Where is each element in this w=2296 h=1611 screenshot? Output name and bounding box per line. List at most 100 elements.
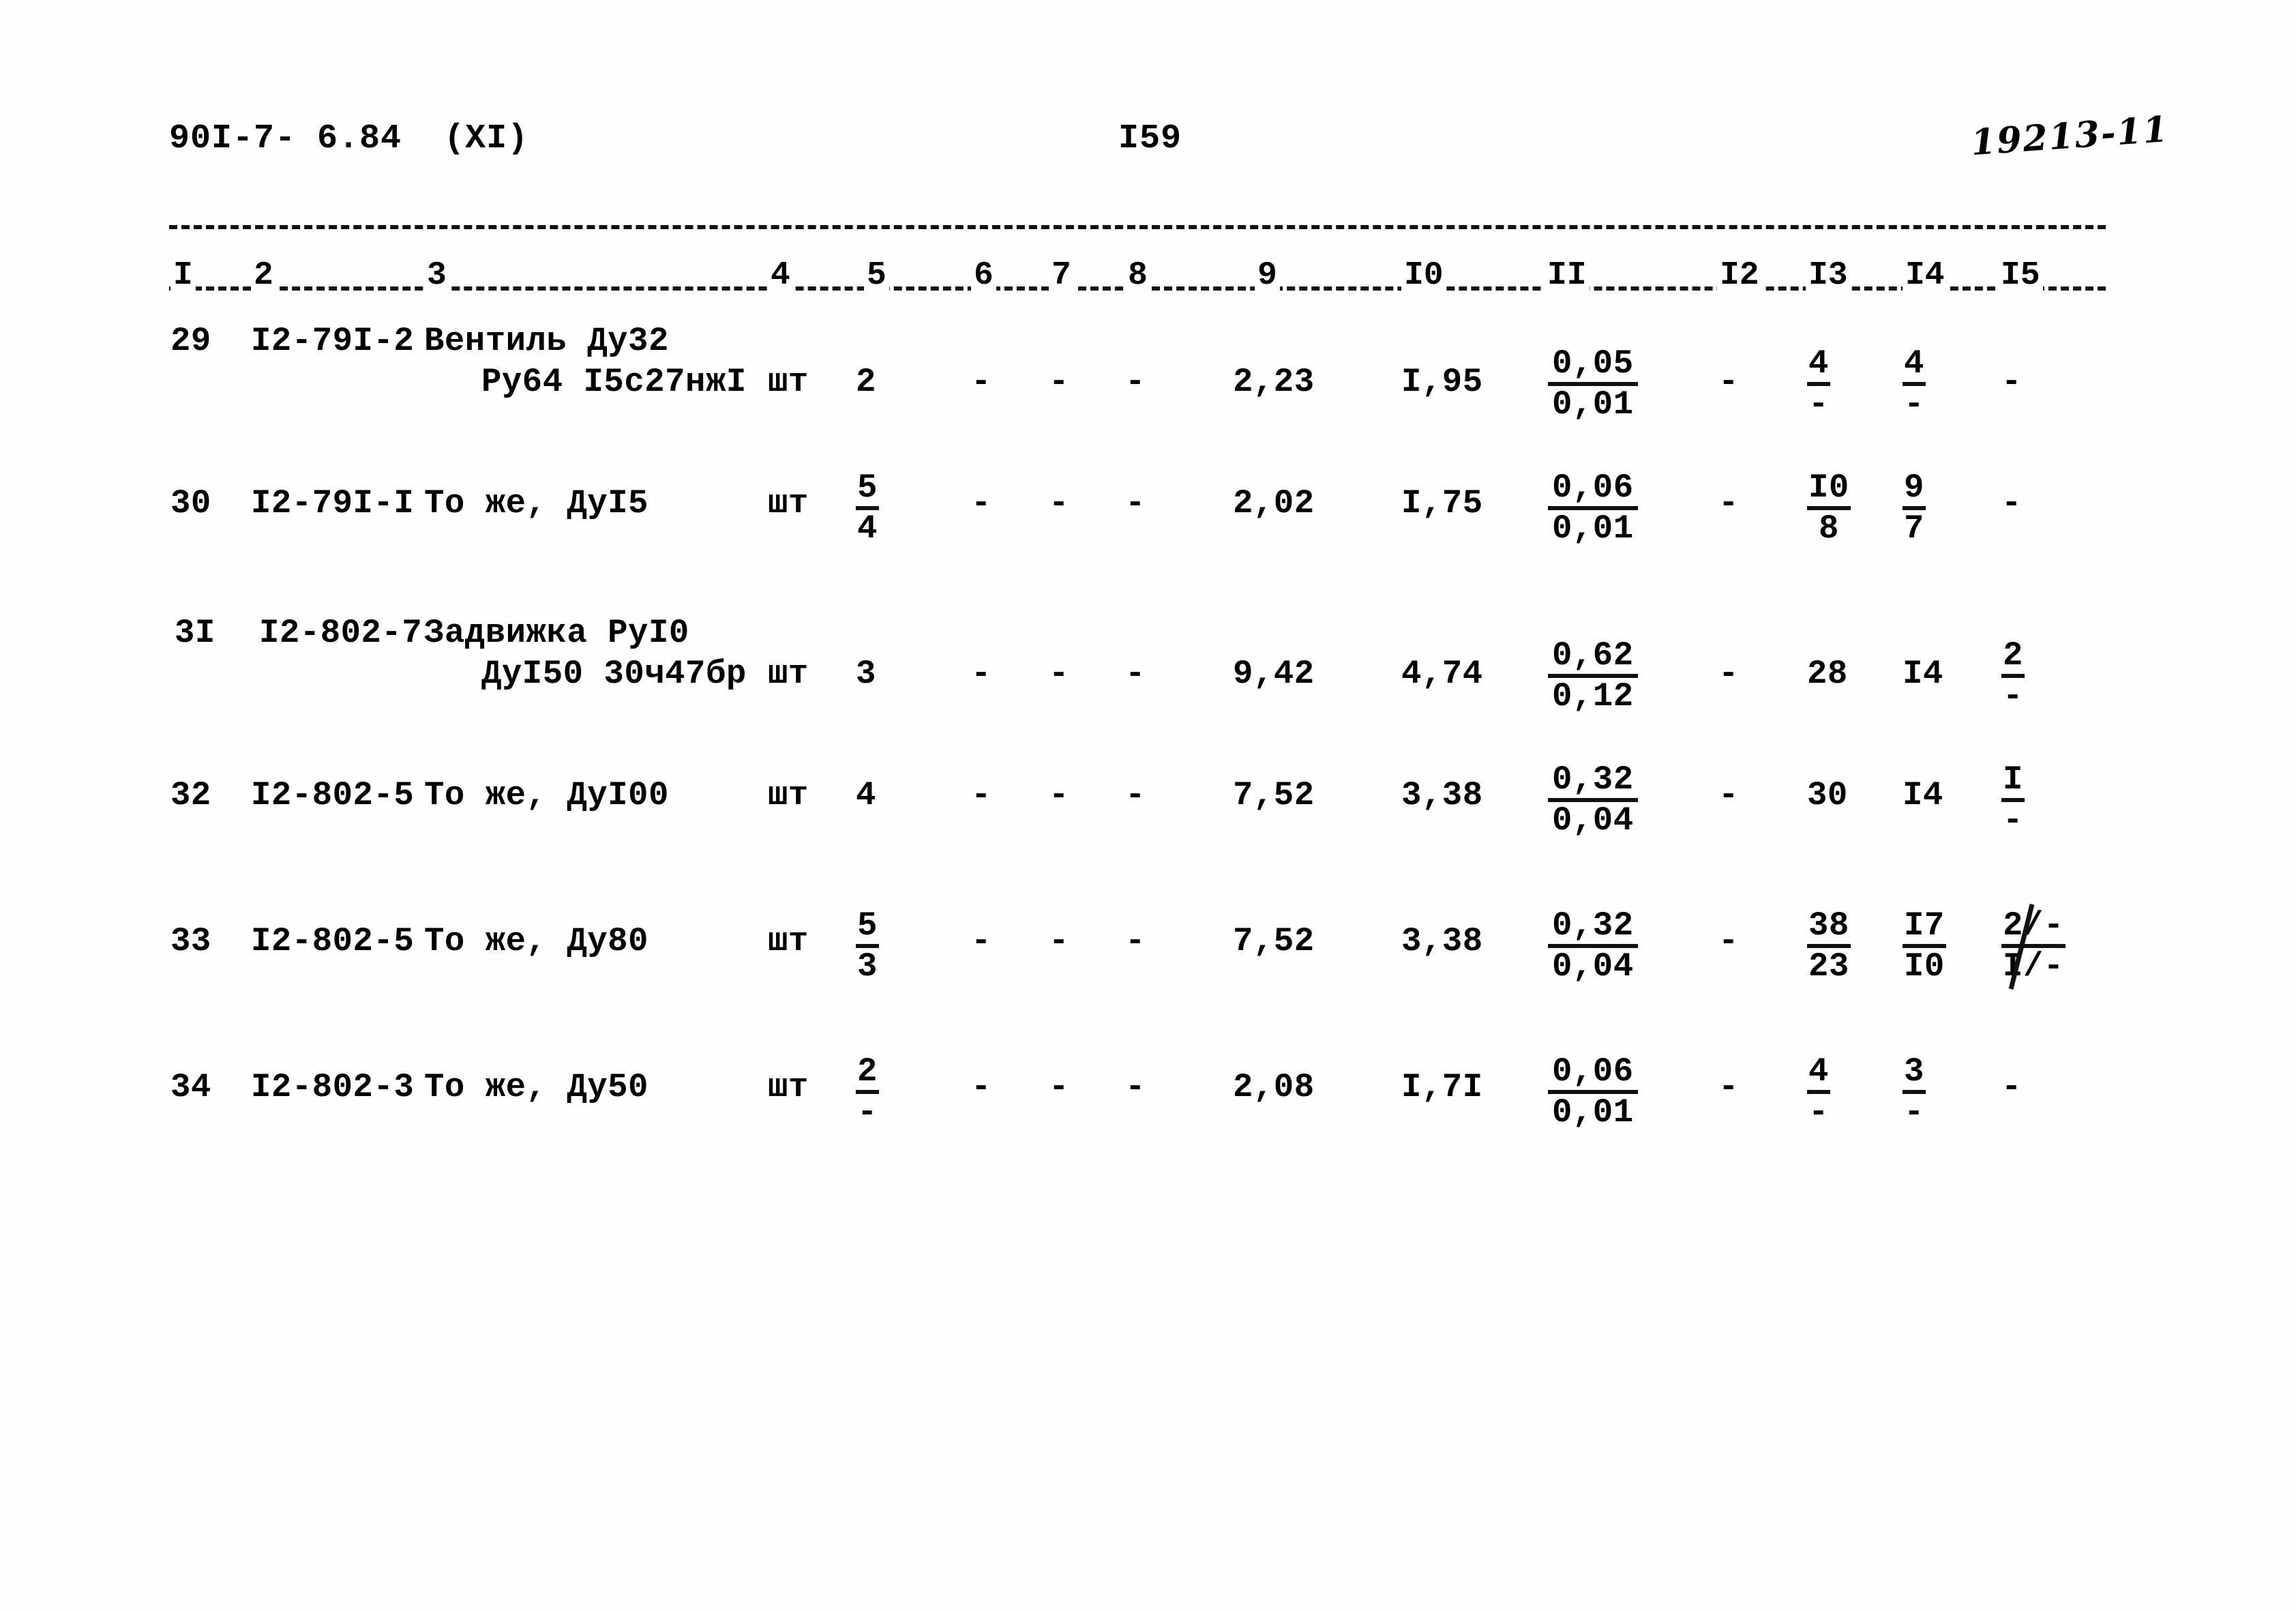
col14-denominator: -: [1904, 385, 1924, 424]
col7-value: -: [1049, 363, 1069, 401]
unit-of-measure: шт: [768, 776, 809, 814]
col15-fraction: I-: [2001, 761, 2025, 841]
col6-value: -: [971, 655, 992, 693]
quantity-numerator: 5: [856, 469, 879, 510]
col13-fraction: I0 8: [1807, 469, 1851, 549]
col14-fraction: I7 I0: [1903, 907, 1946, 987]
col6-value: -: [971, 363, 992, 401]
col9-value: 2,08: [1233, 1068, 1315, 1106]
col11-denominator: 0,01: [1552, 509, 1634, 548]
quantity-denominator: -: [857, 1093, 878, 1132]
document-code: 90I-7- 6.84 (XI): [169, 119, 529, 158]
col6-value: -: [971, 1068, 992, 1106]
col9-value: 7,52: [1233, 922, 1315, 960]
col9-value: 2,02: [1233, 484, 1315, 522]
column-number-8: 8: [1125, 258, 1150, 293]
col15-numerator: 2: [2001, 637, 2025, 678]
column-number-5: 5: [864, 258, 889, 293]
col15-fraction: 2/- I/-: [2001, 907, 2066, 987]
column-number-3: 3: [424, 258, 449, 293]
unit-of-measure: шт: [768, 1068, 809, 1106]
row-number: 32: [170, 776, 211, 814]
material-name: Вентиль Ду32 Ру64 I5с27нжI: [424, 321, 747, 402]
column-number-6: 6: [971, 258, 996, 293]
quantity: 3: [856, 655, 876, 693]
col13-numerator: 38: [1807, 907, 1851, 948]
quantity-fraction: 53: [856, 907, 879, 987]
col13-value: 30: [1807, 776, 1848, 814]
col13-numerator: 4: [1807, 345, 1830, 386]
column-number-11: II: [1545, 258, 1590, 293]
col14-fraction: 97: [1903, 469, 1926, 549]
col15-numerator: I: [2001, 761, 2025, 802]
col11-denominator: 0,01: [1552, 1093, 1634, 1132]
handwritten-annotation: 19213-11: [1969, 108, 2171, 164]
row-number: 30: [170, 484, 211, 522]
col15-fraction: 2-: [2001, 637, 2025, 717]
col13-numerator: I0: [1807, 469, 1851, 510]
col14-numerator: 3: [1903, 1053, 1926, 1094]
col9-value: 7,52: [1233, 776, 1315, 814]
catalog-code: I2-802-3: [251, 1068, 415, 1106]
column-number-9: 9: [1255, 258, 1280, 293]
column-number-14: I4: [1903, 258, 1948, 293]
col11-denominator: 0,04: [1552, 801, 1634, 840]
col15-value: -: [2001, 363, 2022, 401]
col11-numerator: 0,06: [1548, 469, 1638, 510]
col14-numerator: 4: [1903, 345, 1926, 386]
col11-fraction: 0,06 0,01: [1548, 469, 1638, 549]
col8-value: -: [1125, 776, 1146, 814]
col10-value: I,7I: [1401, 1068, 1483, 1106]
table-top-rule: [169, 225, 2106, 229]
quantity: 4: [856, 776, 876, 814]
col14-fraction: 4-: [1903, 345, 1926, 425]
row-number: 33: [170, 922, 211, 960]
table-row: 30 I2-79I-I То же, ДуI5 шт 54 - - - 2,02…: [0, 467, 2296, 612]
table-row: 32 I2-802-5 То же, ДуI00 шт 4 - - - 7,52…: [0, 758, 2296, 904]
quantity-fraction: 54: [856, 469, 879, 549]
col9-value: 9,42: [1233, 655, 1315, 693]
col15-numerator: 2/-: [2001, 907, 2066, 948]
material-name-line2: ДуI50 30ч47бр: [481, 655, 747, 693]
col8-value: -: [1125, 922, 1146, 960]
col14-value: I4: [1903, 655, 1943, 693]
col12-value: -: [1718, 655, 1739, 693]
specification-table-body: 29 I2-79I-2 Вентиль Ду32 Ру64 I5с27нжI шт…: [0, 321, 2296, 1196]
col11-denominator: 0,12: [1552, 677, 1634, 715]
quantity-numerator: 2: [856, 1053, 879, 1094]
table-row: 3I I2-802-7 Задвижка РуI0 ДуI50 30ч47бр ш…: [0, 612, 2296, 758]
col9-value: 2,23: [1233, 363, 1315, 401]
row-number: 34: [170, 1068, 211, 1106]
col11-numerator: 0,32: [1548, 761, 1638, 802]
col7-value: -: [1049, 484, 1069, 522]
col12-value: -: [1718, 922, 1739, 960]
catalog-code: I2-79I-2: [251, 322, 415, 360]
column-number-13: I3: [1806, 258, 1851, 293]
col12-value: -: [1718, 484, 1739, 522]
col15-value: -: [2001, 484, 2022, 522]
col13-fraction: 38 23: [1807, 907, 1851, 987]
quantity-denominator: 3: [857, 947, 878, 986]
row-number: 29: [170, 322, 211, 360]
col14-fraction: 3-: [1903, 1053, 1926, 1133]
col10-value: 4,74: [1401, 655, 1483, 693]
col11-numerator: 0,05: [1548, 345, 1638, 386]
col14-denominator: I0: [1904, 947, 1945, 986]
material-name: То же, Ду50: [424, 1068, 648, 1106]
col11-numerator: 0,06: [1548, 1053, 1638, 1094]
col13-numerator: 4: [1807, 1053, 1830, 1094]
document-header: 90I-7- 6.84 (XI) I59 19213-11: [0, 108, 2296, 167]
col13-value: 28: [1807, 655, 1848, 693]
col13-denominator: -: [1808, 1093, 1829, 1132]
col10-value: 3,38: [1401, 922, 1483, 960]
col10-value: I,95: [1401, 363, 1483, 401]
row-number: 3I: [175, 614, 215, 652]
col7-value: -: [1049, 655, 1069, 693]
col11-fraction: 0,05 0,01: [1548, 345, 1638, 425]
column-number-12: I2: [1717, 258, 1762, 293]
quantity-denominator: 4: [857, 509, 878, 548]
page-number: I59: [1118, 119, 1182, 158]
col7-value: -: [1049, 776, 1069, 814]
column-number-15: I5: [1998, 258, 2043, 293]
col11-fraction: 0,32 0,04: [1548, 761, 1638, 841]
